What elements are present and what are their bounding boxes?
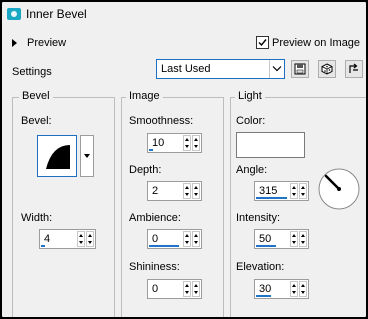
light-group-title: Light [235, 90, 265, 102]
width-spin-arrows[interactable] [77, 231, 85, 247]
elevation-slider-arrows[interactable] [299, 281, 307, 297]
angle-dial[interactable] [317, 167, 361, 211]
image-group-title: Image [126, 90, 163, 102]
bevel-label: Bevel: [21, 115, 52, 127]
elevation-label: Elevation: [236, 261, 285, 273]
checkmark-icon [258, 39, 267, 47]
ambience-slider-arrows[interactable] [192, 231, 200, 247]
reset-icon [349, 63, 358, 73]
ambience-value: 0 [152, 233, 159, 245]
smoothness-slider-arrows[interactable] [192, 135, 200, 151]
width-level-bar [41, 245, 45, 247]
chevron-down-icon[interactable] [269, 60, 284, 78]
save-preset-button[interactable] [291, 60, 309, 78]
expand-preview-chevron-icon[interactable] [12, 39, 17, 47]
angle-level-bar [256, 197, 287, 199]
bevel-group-border-right [114, 97, 115, 317]
elevation-value: 30 [259, 283, 272, 295]
color-label: Color: [236, 115, 266, 127]
elevation-level-bar [256, 295, 271, 297]
ambience-level-bar [149, 245, 179, 247]
app-icon [7, 8, 21, 20]
smoothness-label: Smoothness: [129, 115, 194, 127]
elevation-spinbox[interactable]: 30 [254, 279, 309, 299]
bevel-group-border-left [12, 97, 13, 317]
bevel-shape-preview[interactable] [37, 135, 77, 177]
ambience-label: Ambience: [129, 212, 181, 224]
window-title: Inner Bevel [26, 7, 87, 21]
smoothness-value: 10 [152, 137, 165, 149]
smoothness-level-bar [149, 149, 153, 151]
bevel-shape-icon [46, 145, 70, 169]
elevation-spin-arrows[interactable] [290, 281, 298, 297]
intensity-label: Intensity: [236, 212, 281, 224]
reset-button[interactable] [345, 60, 363, 78]
angle-slider-arrows[interactable] [299, 183, 307, 199]
light-color-swatch[interactable] [236, 132, 305, 158]
width-value: 4 [44, 233, 51, 245]
depth-slider-arrows[interactable] [192, 183, 200, 199]
smoothness-spinbox[interactable]: 10 [147, 133, 202, 153]
ambience-spinbox[interactable]: 0 [147, 229, 202, 249]
randomize-button[interactable] [318, 60, 336, 78]
intensity-slider-arrows[interactable] [299, 231, 307, 247]
intensity-value: 50 [259, 233, 272, 245]
bevel-group-title: Bevel [19, 90, 53, 102]
bevel-shape-dropdown-button[interactable] [80, 135, 94, 177]
depth-spinbox[interactable]: 2 [147, 181, 202, 201]
shininess-slider-arrows[interactable] [192, 281, 200, 297]
intensity-level-bar [256, 245, 276, 247]
randomize-icon [321, 63, 333, 75]
angle-value: 315 [259, 185, 278, 197]
width-slider-arrows[interactable] [86, 231, 94, 247]
shininess-spin-arrows[interactable] [183, 281, 191, 297]
preset-dropdown[interactable]: Last Used [156, 59, 285, 79]
shininess-label: Shininess: [129, 261, 180, 273]
inner-bevel-dialog: Inner Bevel Preview Preview on Image Set… [2, 2, 366, 317]
angle-spin-arrows[interactable] [290, 183, 298, 199]
preview-toggle-label[interactable]: Preview [27, 37, 66, 49]
depth-spin-arrows[interactable] [183, 183, 191, 199]
ambience-spin-arrows[interactable] [183, 231, 191, 247]
depth-value: 2 [152, 185, 159, 197]
smoothness-spin-arrows[interactable] [183, 135, 191, 151]
depth-label: Depth: [129, 164, 162, 176]
width-spinbox[interactable]: 4 [39, 229, 96, 249]
preview-on-image-label[interactable]: Preview on Image [272, 37, 360, 49]
preset-value: Last Used [161, 63, 211, 75]
image-group-border-right [223, 97, 224, 317]
shininess-value: 0 [152, 283, 159, 295]
shininess-spinbox[interactable]: 0 [147, 279, 202, 299]
light-group-border-left [230, 97, 231, 317]
image-group-border-left [121, 97, 122, 317]
intensity-spin-arrows[interactable] [290, 231, 298, 247]
angle-label: Angle: [236, 164, 268, 176]
preview-on-image-checkbox[interactable] [256, 36, 269, 49]
intensity-spinbox[interactable]: 50 [254, 229, 309, 249]
settings-label: Settings [12, 66, 52, 78]
save-preset-icon [294, 63, 306, 75]
angle-spinbox[interactable]: 315 [254, 181, 309, 201]
width-label: Width: [21, 212, 53, 224]
